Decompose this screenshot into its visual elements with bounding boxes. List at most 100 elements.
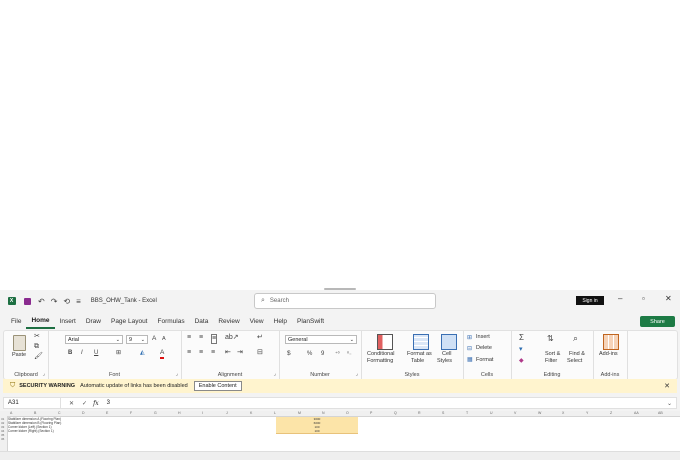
find-select-label-2[interactable]: Select <box>567 358 582 364</box>
conditional-formatting-icon[interactable] <box>377 334 393 350</box>
font-name-dropdown[interactable]: Arial ⌄ <box>65 335 123 344</box>
column-header-v[interactable]: V <box>514 411 516 416</box>
wrap-text-icon[interactable]: ↵ <box>257 334 263 342</box>
tab-file[interactable]: File <box>6 315 26 329</box>
fill-color-icon[interactable]: ◭ <box>140 349 145 357</box>
highlighted-cell[interactable]: 100 <box>276 429 358 434</box>
column-header-y[interactable]: Y <box>586 411 588 416</box>
cell-styles-label-1[interactable]: Cell <box>442 351 451 357</box>
bottom-align-icon[interactable]: ≡ <box>211 334 218 344</box>
increase-decimal-icon[interactable]: ⁺⁰ <box>335 350 340 358</box>
clipboard-launcher-icon[interactable]: ⌟ <box>43 371 45 377</box>
font-size-dropdown[interactable]: 9 ⌄ <box>126 335 148 344</box>
find-select-icon[interactable]: ⌕ <box>573 334 578 343</box>
clear-icon[interactable]: ◆ <box>519 357 524 365</box>
top-align-icon[interactable]: ≡ <box>187 334 191 342</box>
tab-data[interactable]: Data <box>190 315 214 329</box>
column-header-n[interactable]: N <box>322 411 325 416</box>
find-select-label-1[interactable]: Find & <box>569 351 585 357</box>
delete-cells-button[interactable]: Delete <box>476 345 492 351</box>
cell-styles-label-2[interactable]: Styles <box>437 358 452 364</box>
column-header-w[interactable]: W <box>538 411 541 416</box>
tab-insert[interactable]: Insert <box>55 315 81 329</box>
tab-draw[interactable]: Draw <box>81 315 106 329</box>
cell-text-row-34[interactable]: Corner kicker (Right) (Section 1) <box>8 429 54 433</box>
format-as-table-label-2[interactable]: Table <box>411 358 424 364</box>
comma-style-button[interactable]: 9 <box>321 350 324 358</box>
fill-icon[interactable]: ▾ <box>519 346 523 354</box>
sort-filter-label-1[interactable]: Sort & <box>545 351 560 357</box>
align-center-icon[interactable]: ≡ <box>199 349 203 357</box>
maximize-icon[interactable]: ▫ <box>642 294 645 303</box>
qat-dropdown-icon[interactable]: ≡ <box>76 297 81 306</box>
column-header-b[interactable]: B <box>34 411 36 416</box>
column-header-d[interactable]: D <box>82 411 85 416</box>
expand-formula-icon[interactable]: ⌄ <box>667 400 672 407</box>
cell-styles-icon[interactable] <box>441 334 457 350</box>
column-header-o[interactable]: O <box>346 411 349 416</box>
column-header-g[interactable]: G <box>154 411 157 416</box>
tab-review[interactable]: Review <box>213 315 244 329</box>
orientation-icon[interactable]: ab↗ <box>225 334 239 342</box>
share-button[interactable]: Share <box>640 316 675 327</box>
sort-filter-icon[interactable]: ⇅ <box>547 335 554 343</box>
number-launcher-icon[interactable]: ⌟ <box>356 371 358 377</box>
number-format-dropdown[interactable]: General ⌄ <box>285 335 357 344</box>
column-header-t[interactable]: T <box>466 411 468 416</box>
format-as-table-icon[interactable] <box>413 334 429 350</box>
column-header-j[interactable]: J <box>226 411 228 416</box>
addins-button[interactable]: Add-ins <box>599 351 618 357</box>
column-header-k[interactable]: K <box>250 411 252 416</box>
underline-button[interactable]: U <box>94 349 98 357</box>
autosum-icon[interactable]: Σ <box>519 334 524 342</box>
percent-button[interactable]: % <box>307 350 312 358</box>
column-header-u[interactable]: U <box>490 411 493 416</box>
font-color-button[interactable]: A <box>160 349 165 359</box>
tab-help[interactable]: Help <box>269 315 292 329</box>
paste-icon[interactable] <box>13 335 26 351</box>
middle-align-icon[interactable]: ≡ <box>199 334 203 342</box>
merge-center-icon[interactable]: ⊟ <box>257 349 263 357</box>
italic-button[interactable]: I <box>81 349 83 357</box>
shrink-font-button[interactable]: A <box>162 335 166 343</box>
column-header-r[interactable]: R <box>418 411 421 416</box>
borders-icon[interactable]: ⊞ <box>116 349 121 357</box>
tab-view[interactable]: View <box>245 315 269 329</box>
format-as-table-label-1[interactable]: Format as <box>407 351 432 357</box>
tab-home[interactable]: Home <box>26 315 55 329</box>
column-header-i[interactable]: I <box>202 411 203 416</box>
tab-page-layout[interactable]: Page Layout <box>106 315 153 329</box>
formula-input[interactable]: 3 <box>107 400 110 406</box>
insert-cells-button[interactable]: Insert <box>476 334 490 340</box>
column-header-e[interactable]: E <box>106 411 108 416</box>
cut-icon[interactable]: ✂ <box>34 333 40 341</box>
close-window-icon[interactable]: ✕ <box>665 294 672 303</box>
conditional-formatting-label-2[interactable]: Formatting <box>367 358 393 364</box>
column-header-p[interactable]: P <box>370 411 372 416</box>
enter-icon[interactable]: ✓ <box>82 400 87 407</box>
enable-content-button[interactable]: Enable Content <box>193 381 242 391</box>
row-header-36[interactable]: 36 <box>1 437 4 441</box>
sort-filter-label-2[interactable]: Filter <box>545 358 557 364</box>
format-painter-icon[interactable]: 🖌 <box>34 353 43 361</box>
column-header-aa[interactable]: AA <box>634 411 639 416</box>
font-launcher-icon[interactable]: ⌟ <box>176 371 178 377</box>
column-header-q[interactable]: Q <box>394 411 397 416</box>
tab-planswift[interactable]: PlanSwift <box>292 315 329 329</box>
alignment-launcher-icon[interactable]: ⌟ <box>274 371 276 377</box>
grow-font-button[interactable]: A <box>152 335 156 343</box>
column-header-s[interactable]: S <box>442 411 444 416</box>
column-header-l[interactable]: L <box>274 411 276 416</box>
column-header-ab[interactable]: AB <box>658 411 663 416</box>
decrease-indent-icon[interactable]: ⇤ <box>225 349 231 357</box>
save-icon[interactable] <box>23 297 32 306</box>
column-header-x[interactable]: X <box>562 411 564 416</box>
column-header-z[interactable]: Z <box>610 411 612 416</box>
custom-qat-icon[interactable]: ⟲ <box>63 297 70 306</box>
format-cells-button[interactable]: Format <box>476 357 493 363</box>
bold-button[interactable]: B <box>68 349 72 357</box>
conditional-formatting-label-1[interactable]: Conditional <box>367 351 395 357</box>
align-right-icon[interactable]: ≡ <box>211 349 215 357</box>
tab-formulas[interactable]: Formulas <box>153 315 190 329</box>
cancel-icon[interactable]: ✕ <box>69 400 74 407</box>
